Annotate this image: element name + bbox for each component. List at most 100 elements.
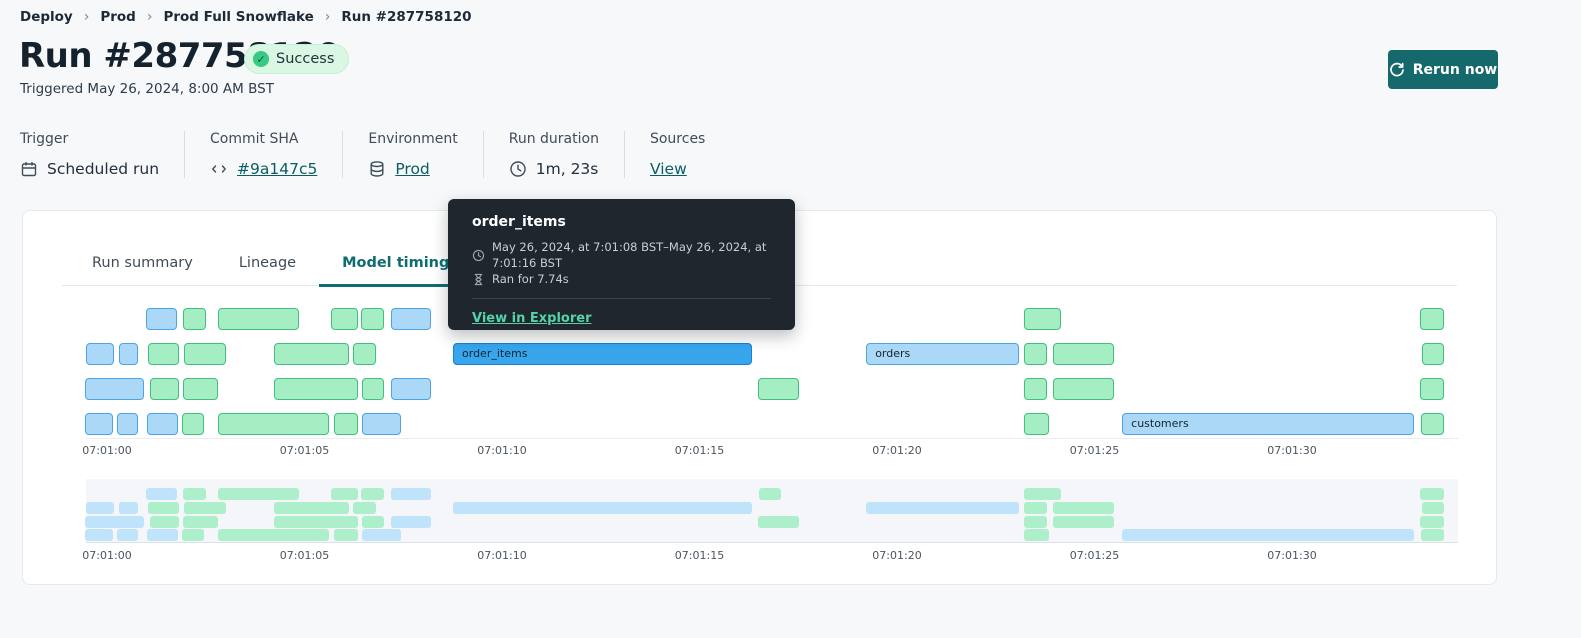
timing-bar[interactable] [1024,413,1050,435]
success-check-icon: ✓ [253,51,269,67]
minimap-bar [1024,515,1048,528]
breadcrumb-prod[interactable]: Prod [100,9,136,25]
axis-tick: 07:01:10 [477,444,527,457]
commit-sha-link[interactable]: #9a147c5 [237,160,317,178]
database-icon [368,160,386,178]
timing-bar[interactable] [1419,308,1445,330]
minimap-bar [1421,529,1445,542]
minimap-bar [1419,515,1445,528]
timing-bar[interactable] [84,413,113,435]
calendar-icon [20,160,38,178]
timing-bar[interactable] [1024,308,1061,330]
timing-bar[interactable] [353,343,376,365]
chevron-separator-icon: › [83,9,90,25]
timing-bar[interactable] [1053,343,1114,365]
minimap-bar [150,515,179,528]
timing-bar[interactable] [274,343,350,365]
minimap-bar [84,529,113,542]
minimap-bar [217,529,329,542]
breadcrumb-job[interactable]: Prod Full Snowflake [163,9,313,25]
meta-environment: Environment Prod [342,131,482,178]
rerun-now-label: Rerun now [1412,61,1498,78]
meta-sources: Sources View [623,131,730,178]
hourglass-icon [472,273,485,286]
breadcrumb: Deploy › Prod › Prod Full Snowflake › Ru… [20,9,472,25]
breadcrumb-deploy[interactable]: Deploy [20,9,73,25]
meta-trigger: Trigger Scheduled run [20,131,184,178]
minimap-bar [453,501,753,514]
meta-label: Commit SHA [210,131,299,147]
minimap-bars[interactable] [84,479,1458,543]
timing-bar[interactable] [1053,378,1114,400]
view-in-explorer-link[interactable]: View in Explorer [472,311,591,326]
timing-bar[interactable] [146,308,177,330]
minimap-bar [330,488,358,500]
timing-bar[interactable] [1421,413,1445,435]
timing-bar-orders[interactable]: orders [866,343,1020,365]
minimap-bar [182,488,207,500]
minimap-bar [353,501,376,514]
minimap-bar [274,501,350,514]
timing-bar[interactable] [182,413,205,435]
tab-lineage[interactable]: Lineage [216,255,319,287]
sources-view-link[interactable]: View [650,160,687,178]
timing-bar-order_items[interactable]: order_items [453,343,753,365]
timing-bar[interactable] [330,308,358,330]
rerun-now-button[interactable]: Rerun now [1388,50,1498,89]
tooltip-duration: Ran for 7.74s [492,272,569,286]
timing-bar-customers[interactable]: customers [1122,413,1415,435]
status-badge-label: Success [276,51,335,67]
timing-bar[interactable] [217,308,299,330]
timing-bar[interactable] [118,343,138,365]
minimap-bar [217,488,299,500]
clock-icon [472,249,485,262]
tooltip-time-range: May 26, 2024, at 7:01:08 BST–May 26, 202… [492,240,767,270]
minimap-bar [116,529,138,542]
timing-bar[interactable] [1419,378,1445,400]
timing-bar[interactable] [1024,378,1048,400]
minimap-bar [1419,488,1445,500]
timing-bar[interactable] [391,378,431,400]
minimap-bar [391,515,431,528]
timing-main-axis: 07:01:00 07:01:05 07:01:10 07:01:15 07:01:20… [82,438,1458,460]
minimap-bar [182,515,218,528]
tab-run-summary[interactable]: Run summary [69,255,216,287]
minimap-bar [1053,515,1114,528]
axis-tick: 07:01:05 [279,444,330,457]
timing-bar[interactable] [148,343,179,365]
minimap-bar [362,515,384,528]
minimap-bar [86,501,115,514]
timing-bar[interactable] [391,308,431,330]
timing-bar[interactable] [184,343,226,365]
axis-tick: 07:01:05 [279,549,330,562]
environment-link[interactable]: Prod [395,160,429,178]
timing-bar[interactable] [217,413,329,435]
timing-bar[interactable] [360,308,384,330]
minimap-bar [182,529,205,542]
timing-bar[interactable] [116,413,138,435]
timing-bar-label: orders [875,347,911,360]
minimap-bar [334,529,358,542]
timing-bar[interactable] [84,378,145,400]
timing-bar[interactable] [757,378,800,400]
tooltip-divider [472,298,771,299]
minimap-bar [360,488,384,500]
timing-bar[interactable] [182,378,218,400]
timing-bar[interactable] [182,308,207,330]
timing-bar[interactable] [1421,343,1445,365]
minimap-bar [148,501,179,514]
axis-tick: 07:01:00 [82,444,132,457]
timing-bar[interactable] [146,413,179,435]
timing-bar[interactable] [150,378,179,400]
timing-bar[interactable] [86,343,115,365]
minimap-bar [391,488,431,500]
timing-bar[interactable] [1024,343,1048,365]
run-meta-row: Trigger Scheduled run Commit SHA #9a147c… [20,131,730,178]
timing-bar[interactable] [362,378,384,400]
meta-label: Environment [368,131,458,147]
timing-bar[interactable] [334,413,358,435]
timing-bar[interactable] [362,413,401,435]
minimap-bar [1122,529,1415,542]
timing-bar[interactable] [274,378,358,400]
meta-label: Sources [649,131,706,147]
